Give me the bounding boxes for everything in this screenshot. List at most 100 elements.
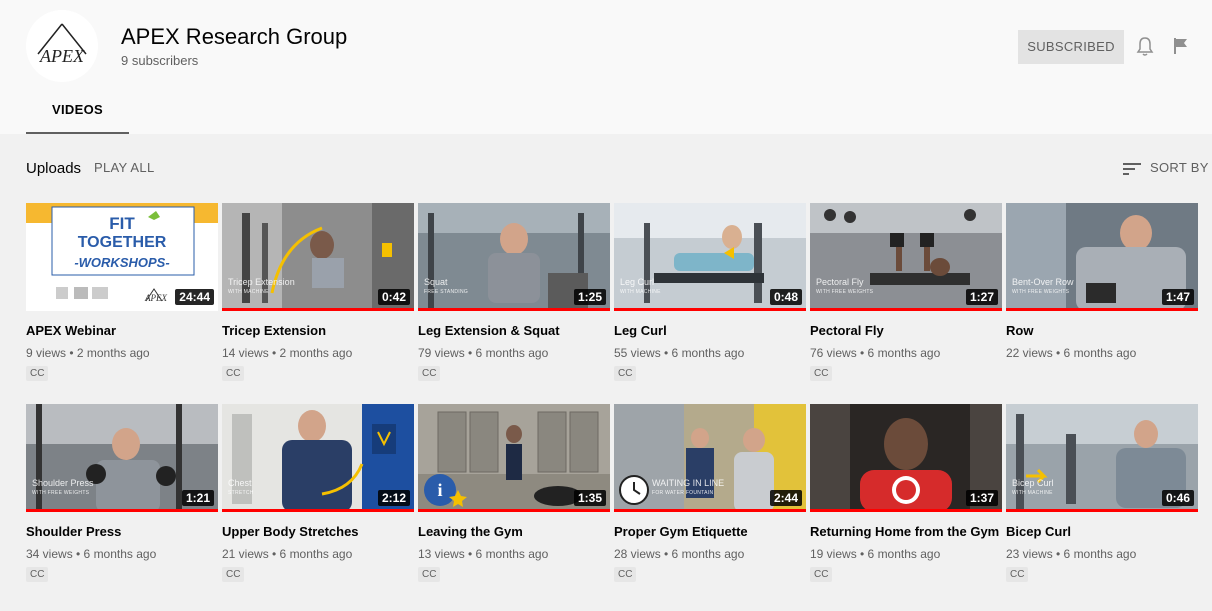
video-item[interactable]: Pectoral Fly WITH FREE WEIGHTS 1:27 Pecto… xyxy=(810,203,1002,381)
video-item[interactable]: Leg Curl WITH MACHINE 0:48 Leg Curl 55 vi… xyxy=(614,203,806,381)
tab-videos[interactable]: VIDEOS xyxy=(26,90,129,134)
sort-icon[interactable] xyxy=(1122,160,1142,178)
video-item[interactable]: Chest STRETCH 2:12 Upper Body Stretches 2… xyxy=(222,404,414,582)
video-thumbnail[interactable]: Bent-Over Row WITH FREE WEIGHTS 1:47 xyxy=(1006,203,1198,311)
thumbnail-label: WAITING IN LINE FOR WATER FOUNTAIN xyxy=(652,478,724,498)
cc-badge: CC xyxy=(222,567,245,582)
thumbnail-label: Chest STRETCH xyxy=(228,478,254,498)
video-meta: 9 views • 2 months ago xyxy=(26,346,150,360)
thumbnail-label: Leg Curl WITH MACHINE xyxy=(620,277,661,297)
svg-text:i: i xyxy=(437,480,442,500)
video-thumbnail[interactable]: i 1:35 xyxy=(418,404,610,512)
duration-badge: 1:27 xyxy=(965,289,998,305)
cc-badge: CC xyxy=(810,366,833,381)
video-item[interactable]: Bent-Over Row WITH FREE WEIGHTS 1:47 Row … xyxy=(1006,203,1198,360)
duration-badge: 0:46 xyxy=(1161,490,1194,506)
uploads-title[interactable]: Uploads xyxy=(26,160,81,177)
video-thumbnail[interactable]: Shoulder Press WITH FREE WEIGHTS 1:21 xyxy=(26,404,218,512)
thumbnail-label: Bicep Curl WITH MACHINE xyxy=(1012,478,1054,498)
thumbnail-label-text: Pectoral Fly xyxy=(816,277,864,287)
video-title[interactable]: Pectoral Fly xyxy=(810,323,1002,339)
video-meta: 14 views • 2 months ago xyxy=(222,346,353,360)
watch-progress xyxy=(26,509,218,512)
video-title[interactable]: Leg Curl xyxy=(614,323,806,339)
webinar-logo-text: APEX xyxy=(144,293,167,303)
cc-badge: CC xyxy=(418,567,441,582)
watch-progress xyxy=(222,308,414,311)
video-item[interactable]: Bicep Curl WITH MACHINE 0:46 Bicep Curl 2… xyxy=(1006,404,1198,582)
video-item[interactable]: 1:37 Returning Home from the Gym 19 view… xyxy=(810,404,1002,582)
video-thumbnail[interactable]: Chest STRETCH 2:12 xyxy=(222,404,414,512)
video-thumbnail[interactable]: 1:37 xyxy=(810,404,1002,512)
thumbnail-sublabel: WITH MACHINE xyxy=(228,289,269,295)
video-title[interactable]: Shoulder Press xyxy=(26,524,218,540)
video-meta: 19 views • 6 months ago xyxy=(810,547,941,561)
thumbnail-sublabel: WITH MACHINE xyxy=(1012,490,1053,496)
watch-progress xyxy=(810,509,1002,512)
thumbnail-label: Bent-Over Row WITH FREE WEIGHTS xyxy=(1012,277,1074,297)
video-title[interactable]: Leg Extension & Squat xyxy=(418,323,610,339)
channel-name[interactable]: APEX Research Group xyxy=(121,24,347,50)
video-meta: 55 views • 6 months ago xyxy=(614,346,745,360)
watch-progress xyxy=(1006,509,1198,512)
video-thumbnail[interactable]: Pectoral Fly WITH FREE WEIGHTS 1:27 xyxy=(810,203,1002,311)
thumbnail-label-text: Shoulder Press xyxy=(32,478,94,488)
bell-icon[interactable] xyxy=(1135,36,1155,58)
video-item[interactable]: WAITING IN LINE FOR WATER FOUNTAIN 2:44 P… xyxy=(614,404,806,582)
webinar-workshops-text: -WORKSHOPS- xyxy=(74,255,169,270)
video-title[interactable]: Upper Body Stretches xyxy=(222,524,414,540)
cc-badge: CC xyxy=(614,366,637,381)
video-meta: 23 views • 6 months ago xyxy=(1006,547,1137,561)
video-item[interactable]: i 1:35 Leaving the Gym 13 views • 6 mont… xyxy=(418,404,610,582)
video-thumbnail[interactable]: Tricep Extension WITH MACHINE 0:42 xyxy=(222,203,414,311)
video-title[interactable]: APEX Webinar xyxy=(26,323,218,339)
video-thumbnail[interactable]: Leg Curl WITH MACHINE 0:48 xyxy=(614,203,806,311)
video-thumbnail[interactable]: FIT TOGETHER -WORKSHOPS- APEX 24:44 xyxy=(26,203,218,311)
subscribed-button[interactable]: SUBSCRIBED xyxy=(1018,30,1124,64)
duration-badge: 0:42 xyxy=(377,289,410,305)
video-meta: 13 views • 6 months ago xyxy=(418,547,549,561)
video-title[interactable]: Proper Gym Etiquette xyxy=(614,524,806,540)
thumbnail-label-text: Bicep Curl xyxy=(1012,478,1054,488)
video-meta: 34 views • 6 months ago xyxy=(26,547,157,561)
thumbnail-sublabel: WITH FREE WEIGHTS xyxy=(816,289,874,295)
thumbnail-sublabel: WITH FREE WEIGHTS xyxy=(32,490,90,496)
video-title[interactable]: Returning Home from the Gym xyxy=(810,524,1002,540)
video-item[interactable]: FIT TOGETHER -WORKSHOPS- APEX 24:44 APEX… xyxy=(26,203,218,381)
channel-header: APEX APEX Research Group 9 subscribers S… xyxy=(0,0,1212,134)
video-item[interactable]: Tricep Extension WITH MACHINE 0:42 Tricep… xyxy=(222,203,414,381)
thumbnail-label-text: WAITING IN LINE xyxy=(652,478,725,488)
cc-badge: CC xyxy=(26,366,49,381)
video-meta: 76 views • 6 months ago xyxy=(810,346,941,360)
video-item[interactable]: Shoulder Press WITH FREE WEIGHTS 1:21 Sho… xyxy=(26,404,218,582)
watch-progress xyxy=(614,308,806,311)
channel-avatar[interactable]: APEX xyxy=(26,10,98,82)
video-thumbnail[interactable]: WAITING IN LINE FOR WATER FOUNTAIN 2:44 xyxy=(614,404,806,512)
thumbnail-label: Shoulder Press WITH FREE WEIGHTS xyxy=(32,478,94,498)
video-thumbnail[interactable]: Bicep Curl WITH MACHINE 0:46 xyxy=(1006,404,1198,512)
duration-badge: 1:25 xyxy=(573,289,606,305)
video-item[interactable]: Squat FREE STANDING 1:25 Leg Extension & … xyxy=(418,203,610,381)
cc-badge: CC xyxy=(26,567,49,582)
webinar-fit-text: FIT xyxy=(109,214,135,233)
play-all-button[interactable]: PLAY ALL xyxy=(94,160,154,175)
sort-by-button[interactable]: SORT BY xyxy=(1150,160,1209,175)
video-title[interactable]: Row xyxy=(1006,323,1198,339)
video-meta: 21 views • 6 months ago xyxy=(222,547,353,561)
watch-progress xyxy=(418,308,610,311)
thumbnail-label-text: Tricep Extension xyxy=(228,277,295,287)
thumbnail-sublabel: WITH FREE WEIGHTS xyxy=(1012,289,1070,295)
watch-progress xyxy=(222,509,414,512)
video-thumbnail[interactable]: Squat FREE STANDING 1:25 xyxy=(418,203,610,311)
thumbnail-sublabel: STRETCH xyxy=(228,490,254,496)
duration-badge: 0:48 xyxy=(769,289,802,305)
thumbnail-label: Pectoral Fly WITH FREE WEIGHTS xyxy=(816,277,873,297)
video-title[interactable]: Tricep Extension xyxy=(222,323,414,339)
video-meta: 79 views • 6 months ago xyxy=(418,346,549,360)
flag-icon[interactable] xyxy=(1172,36,1190,56)
video-title[interactable]: Bicep Curl xyxy=(1006,524,1198,540)
duration-badge: 1:35 xyxy=(573,490,606,506)
duration-badge: 2:44 xyxy=(769,490,802,506)
video-meta: 22 views • 6 months ago xyxy=(1006,346,1137,360)
video-title[interactable]: Leaving the Gym xyxy=(418,524,610,540)
